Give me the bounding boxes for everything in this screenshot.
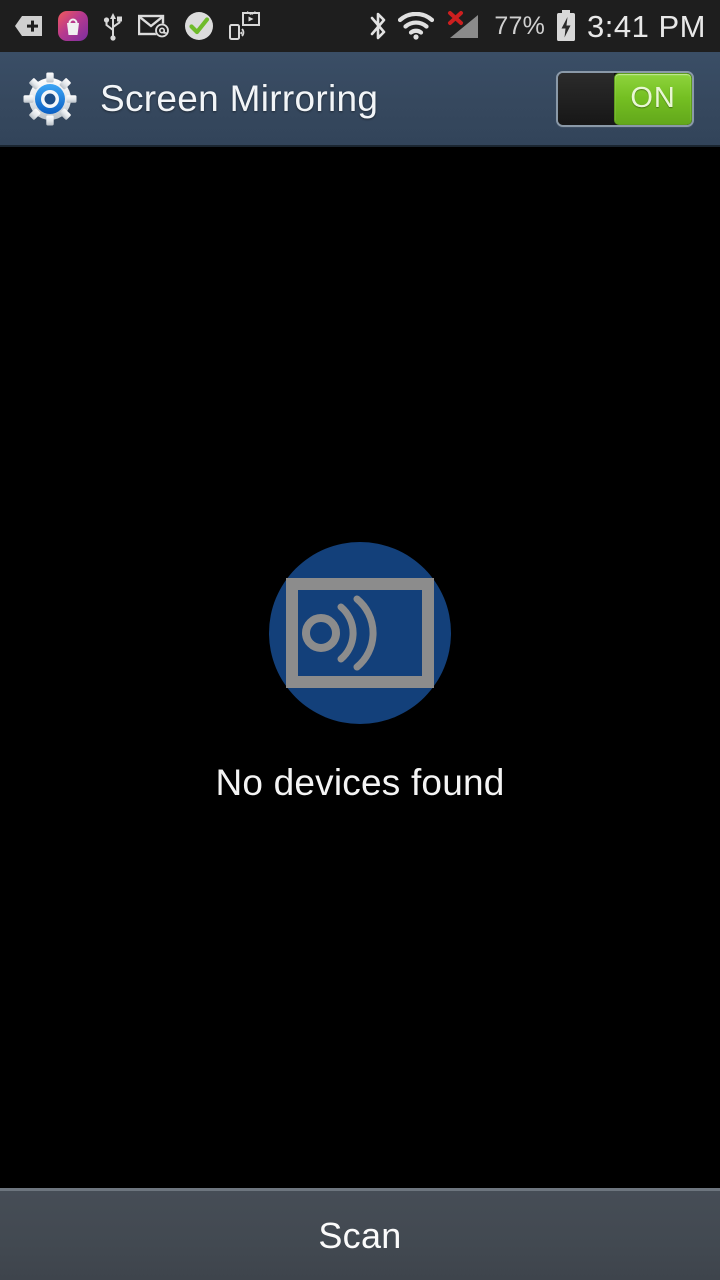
screen-mirroring-screen: 77% 3:41 PM Screen Mirroring ON No devic…: [0, 0, 720, 1280]
wifi-icon: [398, 9, 435, 43]
screen-mirroring-toggle[interactable]: ON: [556, 70, 694, 127]
empty-state-message: No devices found: [215, 762, 505, 803]
page-title: Screen Mirroring: [100, 77, 379, 119]
battery-charging-icon: [555, 9, 577, 43]
scan-button[interactable]: Scan: [0, 1188, 720, 1280]
battery-percent-label: 77%: [494, 11, 546, 40]
screen-mirroring-icon: [269, 542, 451, 724]
toggle-track-off: [558, 72, 615, 125]
cellular-signal-icon: [444, 9, 484, 43]
app-header: Screen Mirroring ON: [0, 52, 720, 147]
device-list-area: No devices found: [0, 147, 720, 1188]
email-icon: [138, 9, 170, 43]
toggle-knob-on: ON: [614, 72, 692, 125]
screen-mirroring-status-icon: [228, 9, 260, 43]
toggle-state-label: ON: [630, 82, 676, 114]
status-bar-system-icons: 77% 3:41 PM: [368, 9, 710, 43]
usb-icon: [102, 9, 124, 43]
galaxy-apps-icon: [58, 9, 88, 43]
checkmark-icon: [184, 9, 214, 43]
scan-button-label: Scan: [318, 1214, 402, 1256]
status-bar-notification-icons: [14, 9, 260, 43]
more-notifications-icon: [14, 9, 44, 43]
bluetooth-icon: [368, 9, 388, 43]
status-bar: 77% 3:41 PM: [0, 0, 720, 52]
settings-gear-icon: [22, 71, 78, 127]
clock-label: 3:41 PM: [587, 8, 706, 44]
